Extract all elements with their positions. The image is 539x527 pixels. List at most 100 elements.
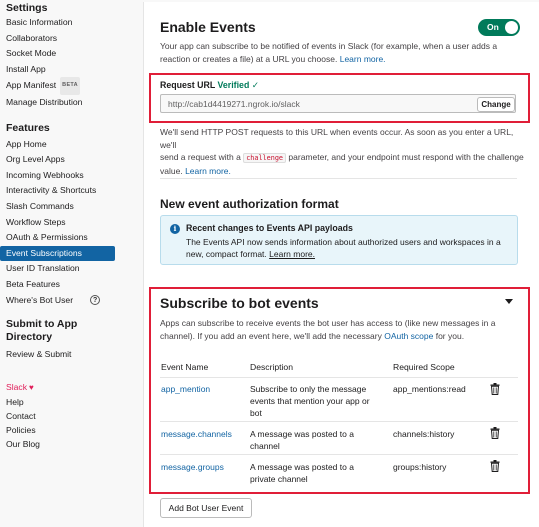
- heart-icon: ♥: [29, 382, 34, 392]
- table-row: message.channels A message was posted to…: [160, 422, 518, 455]
- request-url-help: We'll send HTTP POST requests to this UR…: [160, 126, 530, 177]
- sidebar-item-oauth-permissions[interactable]: OAuth & Permissions: [0, 230, 118, 246]
- info-banner: i Recent changes to Events API payloads …: [160, 215, 518, 265]
- bot-desc-text: for you.: [435, 330, 465, 341]
- sidebar-item-basic-information[interactable]: Basic Information: [0, 15, 118, 31]
- column-header: Required Scope: [393, 362, 455, 372]
- desc-line: private channel: [250, 474, 308, 485]
- info-line: new, compact format. Learn more.: [186, 248, 511, 260]
- trash-icon[interactable]: [490, 460, 500, 472]
- bot-events-table: Event Name Description Required Scope ap…: [160, 356, 518, 488]
- sidebar-item-beta-features[interactable]: Beta Features: [0, 277, 118, 293]
- footer-blog-link[interactable]: Our Blog: [0, 437, 118, 451]
- submit-heading-line2: Directory: [6, 331, 53, 344]
- event-name-link[interactable]: message.groups: [161, 461, 224, 473]
- oauth-scope-link[interactable]: OAuth scope: [384, 331, 433, 341]
- bot-desc-line: Apps can subscribe to receive events the…: [160, 318, 496, 328]
- event-description: A message was posted to a channel: [250, 428, 385, 452]
- table-row: message.groups A message was posted to a…: [160, 455, 518, 488]
- trash-icon[interactable]: [490, 427, 500, 439]
- desc-line: A message was posted to a: [250, 462, 354, 472]
- column-header: Description: [250, 362, 293, 372]
- info-text: The Events API now sends information abo…: [186, 236, 511, 260]
- help-line: We'll send HTTP POST requests to this UR…: [160, 127, 514, 150]
- footer-slack-link[interactable]: Slack ♥: [0, 380, 118, 396]
- footer-policies-link[interactable]: Policies: [0, 423, 118, 437]
- sidebar-item-wheres-bot-user[interactable]: Where's Bot User ?: [0, 293, 118, 309]
- desc-line: reaction or creates a file) at a URL you…: [160, 53, 525, 66]
- event-name-link[interactable]: message.channels: [161, 428, 232, 440]
- table-row: app_mention Subscribe to only the messag…: [160, 378, 518, 422]
- bot-desc-text: channel). If you add an event here, we'l…: [160, 330, 382, 341]
- sidebar-item-install-app[interactable]: Install App: [0, 62, 118, 78]
- sidebar-item-manage-distribution[interactable]: Manage Distribution: [0, 95, 118, 111]
- section-divider: [160, 178, 517, 179]
- help-text: parameter, and your endpoint must respon…: [288, 152, 524, 162]
- request-url-label: Request URL Verified ✓: [160, 80, 259, 91]
- beta-badge: BETA: [60, 77, 80, 95]
- sidebar-item-collaborators[interactable]: Collaborators: [0, 31, 118, 47]
- event-scope: groups:history: [393, 462, 447, 472]
- desc-line: bot: [250, 408, 262, 419]
- info-line: The Events API now sends information abo…: [186, 237, 501, 247]
- sidebar-heading-features: Features: [6, 121, 50, 134]
- event-description: A message was posted to a private channe…: [250, 461, 385, 485]
- footer-help-link[interactable]: Help: [0, 395, 118, 409]
- footer-contact-link[interactable]: Contact: [0, 409, 118, 423]
- info-icon: i: [170, 224, 180, 234]
- slack-link-label: Slack: [6, 381, 28, 392]
- enable-events-title: Enable Events: [160, 19, 256, 35]
- desc-line: channel: [250, 441, 280, 452]
- request-url-input[interactable]: http://cab1d4419271.ngrok.io/slack: [160, 94, 516, 113]
- learn-more-link[interactable]: Learn more.: [340, 54, 386, 64]
- column-header: Event Name: [161, 362, 209, 372]
- sidebar-item-app-manifest[interactable]: App Manifest BETA: [0, 77, 118, 95]
- event-scope: channels:history: [393, 429, 455, 439]
- check-icon: ✓: [251, 80, 260, 90]
- learn-more-link[interactable]: Learn more.: [185, 166, 231, 176]
- info-title: Recent changes to Events API payloads: [186, 223, 353, 233]
- desc-line: Your app can subscribe to be notified of…: [160, 41, 498, 51]
- toggle-knob: [505, 21, 518, 34]
- sidebar-item-socket-mode[interactable]: Socket Mode: [0, 46, 118, 62]
- sidebar-heading-settings: Settings: [6, 2, 48, 14]
- help-icon[interactable]: ?: [90, 295, 101, 306]
- bot-events-title: Subscribe to bot events: [160, 295, 319, 311]
- desc-text: reaction or creates a file) at a URL you…: [160, 53, 338, 64]
- desc-line: events that mention your app or: [250, 396, 370, 407]
- enable-events-description: Your app can subscribe to be notified of…: [160, 40, 525, 65]
- sidebar-item-slash-commands[interactable]: Slash Commands: [0, 199, 118, 215]
- sidebar-item-org-level-apps[interactable]: Org Level Apps: [0, 152, 118, 168]
- event-description: Subscribe to only the message events tha…: [250, 383, 385, 420]
- sidebar-item-app-home[interactable]: App Home: [0, 137, 118, 153]
- desc-line: Subscribe to only the message: [250, 384, 367, 394]
- collapse-caret-icon[interactable]: [505, 299, 513, 304]
- sidebar-item-incoming-webhooks[interactable]: Incoming Webhooks: [0, 168, 118, 184]
- challenge-code: challenge: [243, 153, 287, 163]
- help-line: value. Learn more.: [160, 165, 530, 178]
- change-url-button[interactable]: Change: [477, 97, 515, 112]
- sidebar: Settings Basic Information Collaborators…: [0, 0, 118, 527]
- help-line: send a request with a challenge paramete…: [160, 151, 530, 165]
- help-text: value.: [160, 165, 183, 176]
- auth-format-title: New event authorization format: [160, 197, 339, 211]
- event-name-link[interactable]: app_mention: [161, 383, 210, 395]
- info-learn-more-link[interactable]: Learn more.: [269, 249, 315, 259]
- verified-status: Verified: [217, 80, 250, 90]
- sidebar-heading-submit: Submit to App Directory: [0, 318, 118, 344]
- sidebar-item-event-subscriptions[interactable]: Event Subscriptions: [0, 245, 115, 262]
- sidebar-item-interactivity[interactable]: Interactivity & Shortcuts: [0, 183, 118, 199]
- sidebar-item-review-submit[interactable]: Review & Submit: [0, 347, 118, 363]
- add-bot-user-event-button[interactable]: Add Bot User Event: [160, 498, 252, 518]
- event-scope: app_mentions:read: [393, 384, 466, 394]
- help-text: send a request with a: [160, 152, 241, 162]
- table-header: Event Name Description Required Scope: [160, 356, 518, 378]
- enable-events-toggle[interactable]: On: [478, 19, 520, 36]
- toggle-label: On: [487, 22, 499, 32]
- trash-icon[interactable]: [490, 383, 500, 395]
- sidebar-item-workflow-steps[interactable]: Workflow Steps: [0, 215, 118, 231]
- sidebar-item-user-id-translation[interactable]: User ID Translation: [0, 261, 118, 277]
- submit-heading-line1: Submit to App: [6, 318, 78, 331]
- sidebar-item-label: App Manifest: [6, 80, 57, 91]
- main-panel: Enable Events On Your app can subscribe …: [143, 2, 539, 527]
